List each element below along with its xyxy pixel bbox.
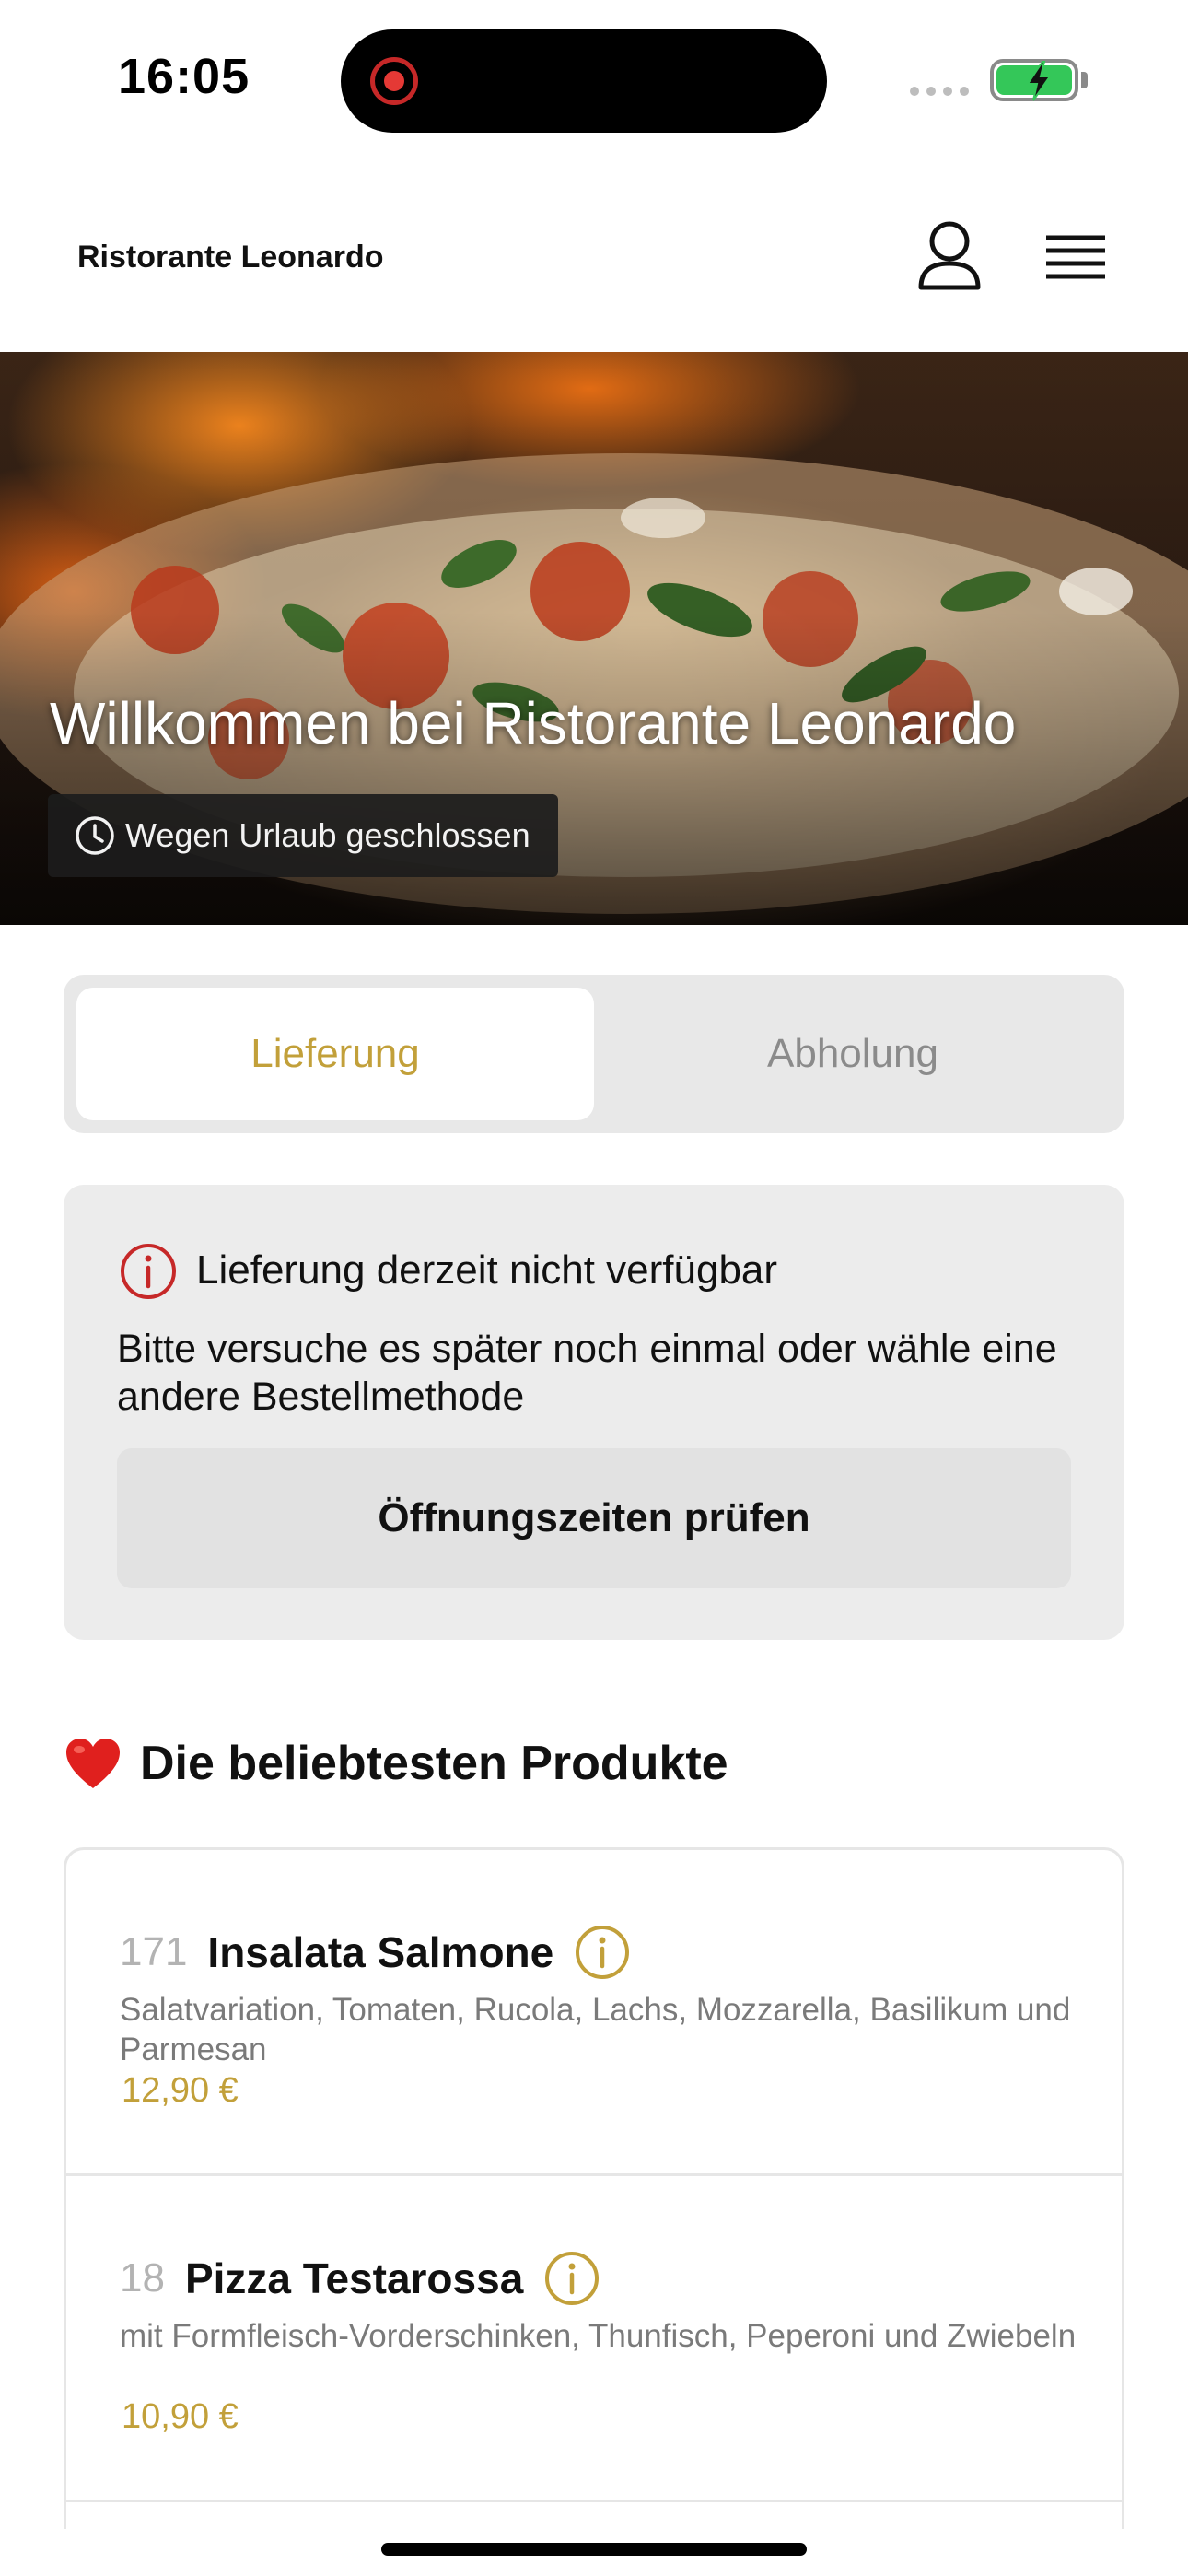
hero-title: Willkommen bei Ristorante Leonardo: [50, 690, 1017, 756]
product-item[interactable]: 171 Insalata Salmone Salatvariation, Tom…: [66, 1850, 1122, 2176]
account-button[interactable]: [912, 217, 987, 293]
battery-cap: [1081, 72, 1088, 88]
product-header: 171 Insalata Salmone: [120, 1924, 631, 1981]
user-icon: [918, 221, 981, 290]
alert-info-icon: [121, 1244, 176, 1299]
hero-overlay: [0, 612, 1188, 925]
order-mode-switch: Lieferung Abholung: [64, 975, 1124, 1133]
delivery-unavailable-card: Lieferung derzeit nicht verfügbar Bitte …: [64, 1185, 1124, 1640]
clock-icon: [76, 816, 114, 855]
home-indicator[interactable]: [381, 2543, 807, 2556]
alert-title: Lieferung derzeit nicht verfügbar: [196, 1247, 778, 1293]
popular-section-heading: Die beliebtesten Produkte: [64, 1736, 728, 1791]
status-bar: 16:05: [0, 0, 1188, 166]
signal-icon: [910, 87, 969, 96]
product-description: Salatvariation, Tomaten, Rucola, Lachs, …: [120, 1992, 1071, 2067]
product-list: 171 Insalata Salmone Salatvariation, Tom…: [64, 1847, 1124, 2529]
product-name: Pizza Testarossa: [184, 2254, 524, 2302]
app-screen: 16:05 Ristorante Leonardo Willkommen bei…: [0, 0, 1188, 2576]
product-number: 171: [120, 1929, 188, 1974]
alert-message: Bitte versuche es später noch einmal ode…: [117, 1327, 1057, 1419]
popular-section-title: Die beliebtesten Produkte: [140, 1737, 728, 1790]
record-icon: [370, 57, 418, 105]
hero-banner: Willkommen bei Ristorante Leonardo Wegen…: [0, 352, 1188, 925]
battery-icon: [990, 59, 1078, 101]
menu-button[interactable]: [1039, 221, 1112, 295]
menu-icon: [1046, 235, 1105, 279]
info-icon[interactable]: [543, 2250, 600, 2307]
status-badge: Wegen Urlaub geschlossen: [48, 794, 558, 877]
tab-delivery[interactable]: Lieferung: [76, 988, 594, 1120]
product-item[interactable]: 18 Pizza Testarossa mit Formfleisch-Vord…: [66, 2176, 1122, 2502]
product-name: Insalata Salmone: [207, 1928, 554, 1976]
status-time: 16:05: [118, 49, 250, 104]
product-header: 18 Pizza Testarossa: [120, 2250, 600, 2307]
check-opening-hours-button[interactable]: Öffnungszeiten prüfen: [117, 1448, 1071, 1588]
tab-pickup[interactable]: Abholung: [594, 988, 1112, 1120]
charging-bolt-icon: [1026, 61, 1052, 101]
product-price: 10,90 €: [122, 2397, 239, 2436]
heart-icon: [66, 1739, 120, 1788]
status-badge-text: Wegen Urlaub geschlossen: [125, 816, 530, 854]
product-description: mit Formfleisch-Vorderschinken, Thunfisc…: [120, 2318, 1077, 2354]
product-price: 12,90 €: [122, 2071, 239, 2110]
info-icon[interactable]: [574, 1924, 631, 1981]
dynamic-island: [341, 29, 827, 133]
restaurant-name[interactable]: Ristorante Leonardo: [77, 240, 383, 275]
product-number: 18: [120, 2255, 165, 2301]
app-header: Ristorante Leonardo: [0, 184, 1188, 352]
